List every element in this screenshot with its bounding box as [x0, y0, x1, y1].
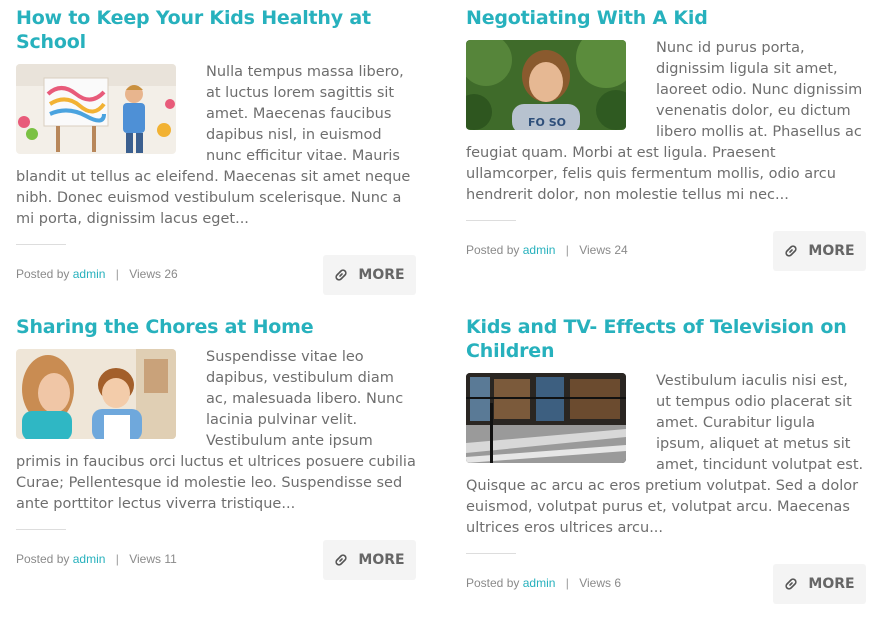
post-card: Sharing the Chores at Home Suspendisse v… — [16, 315, 416, 580]
post-title[interactable]: Sharing the Chores at Home — [16, 315, 416, 339]
views-count: Views 26 — [129, 267, 178, 281]
post-excerpt-block: Nulla tempus massa libero, at luctus lor… — [16, 62, 416, 230]
post-thumbnail[interactable] — [16, 64, 176, 154]
post-thumbnail[interactable] — [466, 373, 626, 463]
post-title[interactable]: Negotiating With A Kid — [466, 6, 866, 30]
author-link[interactable]: admin — [523, 243, 556, 257]
link-icon — [334, 268, 348, 282]
meta-separator: | — [115, 267, 119, 281]
author-link[interactable]: admin — [73, 552, 106, 566]
kids-classroom-photo-icon — [16, 349, 176, 439]
more-label: MORE — [808, 243, 855, 259]
views-count: Views 24 — [579, 243, 628, 257]
more-button[interactable]: MORE — [323, 255, 416, 295]
svg-text:FO SO: FO SO — [528, 116, 566, 129]
kids-painting-photo-icon — [16, 64, 176, 154]
link-icon — [334, 553, 348, 567]
post-card: How to Keep Your Kids Healthy at School — [16, 6, 416, 295]
posted-by-label: Posted by — [16, 552, 70, 566]
meta-separator: | — [565, 243, 569, 257]
more-button[interactable]: MORE — [773, 231, 866, 271]
more-button[interactable]: MORE — [323, 540, 416, 580]
more-label: MORE — [358, 552, 405, 568]
more-button[interactable]: MORE — [773, 564, 866, 604]
views-count: Views 11 — [129, 552, 177, 566]
posted-by-label: Posted by — [466, 243, 520, 257]
post-card: Kids and TV- Effects of Television on Ch… — [466, 315, 866, 604]
divider — [16, 529, 66, 530]
posted-by-label: Posted by — [466, 576, 520, 590]
author-link[interactable]: admin — [73, 267, 106, 281]
meta-separator: | — [565, 576, 569, 590]
link-icon — [784, 577, 798, 591]
post-meta-row: Posted by admin | Views 11 MORE — [16, 540, 416, 580]
post-excerpt-block: FO SO Nunc id purus porta, dignissim lig… — [466, 38, 866, 206]
posted-by-label: Posted by — [16, 267, 70, 281]
post-excerpt-block: Vestibulum iaculis nisi est, ut tempus o… — [466, 371, 866, 539]
post-meta: Posted by admin | Views 6 — [466, 576, 621, 590]
author-link[interactable]: admin — [523, 576, 556, 590]
meta-separator: | — [115, 552, 119, 566]
views-count: Views 6 — [579, 576, 622, 590]
divider — [16, 244, 66, 245]
boy-portrait-photo-icon: FO SO — [466, 40, 626, 130]
post-title[interactable]: Kids and TV- Effects of Television on Ch… — [466, 315, 866, 363]
post-meta-row: Posted by admin | Views 6 MORE — [466, 564, 866, 604]
library-shelves-photo-icon — [466, 373, 626, 463]
post-thumbnail[interactable] — [16, 349, 176, 439]
divider — [466, 553, 516, 554]
link-icon — [784, 244, 798, 258]
post-meta-row: Posted by admin | Views 26 MORE — [16, 255, 416, 295]
divider — [466, 220, 516, 221]
more-label: MORE — [808, 576, 855, 592]
more-label: MORE — [358, 267, 405, 283]
post-excerpt-block: Suspendisse vitae leo dapibus, vestibulu… — [16, 347, 416, 515]
post-meta-row: Posted by admin | Views 24 MORE — [466, 231, 866, 271]
post-thumbnail[interactable]: FO SO — [466, 40, 626, 130]
blog-grid: How to Keep Your Kids Healthy at School — [0, 0, 879, 622]
post-title[interactable]: How to Keep Your Kids Healthy at School — [16, 6, 416, 54]
post-meta: Posted by admin | Views 24 — [466, 243, 628, 257]
post-meta: Posted by admin | Views 26 — [16, 267, 178, 281]
post-meta: Posted by admin | Views 11 — [16, 552, 177, 566]
post-card: Negotiating With A Kid FO SO Nunc id pur… — [466, 6, 866, 271]
